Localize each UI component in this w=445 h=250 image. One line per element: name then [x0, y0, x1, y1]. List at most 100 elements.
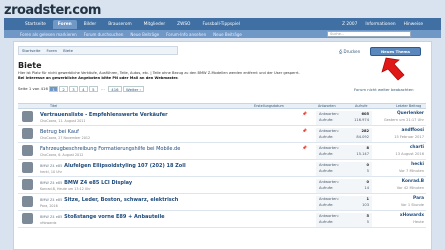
table-row: BMW Z4 e85 Sitze, Leder, Boston, schwarz…: [18, 194, 426, 211]
print-label: Drucken: [343, 49, 361, 54]
main-content: Startseite Foren Biete ⎙ Drucken Neues The…: [13, 41, 432, 250]
table-row: Fahrzeugbeschreibung Formatierungshilfe …: [18, 143, 426, 160]
nav-tab[interactable]: Startseite: [20, 20, 51, 29]
table-row: BMW Z4 e85 Stoßstange vorne E89 + Anbaut…: [18, 211, 426, 228]
thread-title-text[interactable]: Vertrauensliste - Empfehlenswerte Verkäu…: [40, 112, 168, 118]
breadcrumb-item[interactable]: Startseite: [22, 48, 40, 53]
avatar[interactable]: [22, 179, 33, 190]
thread-title[interactable]: BMW Z4 e85 Alufelgen Ellipsoidstyling 10…: [40, 163, 186, 169]
page-link[interactable]: 1: [49, 86, 58, 92]
last-post-date[interactable]: Vor 1 Stunde: [374, 202, 424, 208]
thread-stats: Antworten: 605 Aufrufe: 116.974: [316, 111, 372, 125]
last-post-date[interactable]: Gestern um 21:17 Uhr: [374, 117, 424, 123]
last-post-date[interactable]: Vor 7 Minuten: [374, 168, 424, 174]
table-row: Betrug bei Kauf ChoCoora, 27 November 201…: [18, 126, 426, 143]
last-post: hecki Vor 7 Minuten: [374, 162, 424, 174]
last-post: andffoosi 15 Februar 2017: [374, 128, 424, 140]
pin-icon: 📌: [302, 128, 307, 133]
avatar[interactable]: [22, 128, 33, 139]
avatar[interactable]: [22, 111, 33, 122]
main-nav: Startseite Foren Bilder Brauserom Mitglieder…: [4, 18, 441, 30]
subnav-link[interactable]: Neue Beiträge: [130, 32, 159, 37]
thread-prefix[interactable]: BMW Z4 e85: [40, 215, 62, 219]
site-logo[interactable]: zroadster.com: [4, 3, 101, 18]
thread-prefix[interactable]: BMW Z4 e85: [40, 181, 62, 185]
pagination: Seite 1 von 416 1 2 3 4 5… 416 Weiter ›: [18, 86, 145, 92]
table-row: BMW Z4 e85 BMW Z4 e85 LCI Display Konrad.…: [18, 177, 426, 194]
nav-tab[interactable]: Fussball-Tippspiel: [197, 20, 244, 29]
thread-meta: ChoCoora, 6. August 2012: [40, 153, 84, 157]
page-label: Seite 1 von 416: [18, 86, 48, 92]
thread-stats: Antworten: 5 Aufrufe: 5: [316, 213, 372, 227]
thread-title-text[interactable]: BMW Z4 e85 LCI Display: [64, 180, 132, 186]
nav-right-item[interactable]: Hinweise: [402, 22, 425, 27]
nav-tab[interactable]: ZWSO: [172, 20, 195, 29]
nav-tab[interactable]: Brauserom: [103, 20, 136, 29]
last-post-date[interactable]: 13 August 2016: [374, 151, 424, 157]
views-stat: Aufrufe: 5: [316, 219, 372, 225]
views-stat: Aufrufe: 84.092: [316, 134, 372, 140]
thread-title[interactable]: Fahrzeugbeschreibung Formatierungshilfe …: [40, 146, 180, 152]
views-label: Aufrufe:: [319, 186, 334, 190]
avatar[interactable]: [22, 196, 33, 207]
thread-title-text[interactable]: Betrug bei Kauf: [40, 129, 79, 135]
avatar[interactable]: [22, 213, 33, 224]
thread-stats: Antworten: 0 Aufrufe: 14: [316, 179, 372, 193]
views-count: 15.147: [356, 152, 369, 156]
thread-title[interactable]: BMW Z4 e85 BMW Z4 e85 LCI Display: [40, 180, 132, 186]
thread-title[interactable]: BMW Z4 e85 Sitze, Leder, Boston, schwarz…: [40, 197, 178, 203]
breadcrumb: Startseite Foren Biete: [18, 46, 178, 55]
views-stat: Aufrufe: 14: [316, 185, 372, 191]
thread-meta: Para, 2016: [40, 204, 58, 208]
thread-meta: xHowardx: [40, 221, 57, 225]
thread-title-text[interactable]: Stoßstange vorne E89 + Anbauteile: [64, 214, 164, 220]
thread-prefix[interactable]: BMW Z4 e85: [40, 198, 62, 202]
thread-prefix[interactable]: BMW Z4 e85: [40, 164, 62, 168]
avatar[interactable]: [22, 162, 33, 173]
table-row: BMW Z4 e85 Alufelgen Ellipsoidstyling 10…: [18, 160, 426, 177]
pagination-ellipsis: …: [99, 86, 107, 92]
last-post-date[interactable]: Vor 42 Minuten: [374, 185, 424, 191]
nav-tab[interactable]: Foren: [52, 19, 77, 29]
page-link-last[interactable]: 416: [108, 86, 122, 92]
table-row: Vertrauensliste - Empfehlenswerte Verkäu…: [18, 109, 426, 126]
nav-right-item[interactable]: Z 2007: [340, 22, 359, 27]
nav-right-item[interactable]: Informationen: [363, 22, 397, 27]
subnav-link[interactable]: Neue Beiträge: [213, 32, 242, 37]
last-post-date[interactable]: Heute: [374, 219, 424, 225]
breadcrumb-item[interactable]: Foren: [46, 48, 57, 53]
last-post: xHowardx Heute: [374, 213, 424, 225]
thread-title-text[interactable]: Alufelgen Ellipsoidstyling 107 (202) 18 …: [64, 163, 186, 169]
subnav-link[interactable]: Forum durchsuchen: [84, 32, 124, 37]
page-link[interactable]: 3: [69, 86, 78, 92]
thread-list: Vertrauensliste - Empfehlenswerte Verkäu…: [18, 109, 426, 228]
page-link[interactable]: 2: [59, 86, 68, 92]
red-arrow-annotation: [381, 57, 405, 81]
views-label: Aufrufe:: [319, 118, 334, 122]
last-post: Para Vor 1 Stunde: [374, 196, 424, 208]
thread-title-text[interactable]: Fahrzeugbeschreibung Formatierungshilfe …: [40, 146, 180, 152]
nav-tab[interactable]: Mitglieder: [139, 20, 170, 29]
thread-stats: Antworten: 1 Aufrufe: 103: [316, 196, 372, 210]
page-link[interactable]: 5: [89, 86, 98, 92]
print-link[interactable]: ⎙ Drucken: [339, 49, 360, 54]
nav-tab[interactable]: Bilder: [79, 20, 101, 29]
page-link[interactable]: 4: [79, 86, 88, 92]
thread-title-text[interactable]: Sitze, Leder, Boston, schwarz, elektrisc…: [64, 197, 178, 203]
new-thread-button[interactable]: Neues Thema erstellen: [370, 47, 421, 62]
thread-title[interactable]: BMW Z4 e85 Stoßstange vorne E89 + Anbaut…: [40, 214, 165, 220]
thread-stats: Antworten: 8 Aufrufe: 15.147: [316, 145, 372, 159]
avatar[interactable]: [22, 145, 33, 156]
views-stat: Aufrufe: 103: [316, 202, 372, 208]
search-input[interactable]: Suche...: [327, 31, 411, 37]
subnav-link[interactable]: Foren als gelesen markieren: [20, 32, 77, 37]
subnav-link[interactable]: Forum-Info ansehen: [166, 32, 206, 37]
unwatch-forum-link[interactable]: Forum nicht weiter beobachten: [354, 87, 414, 92]
thread-title[interactable]: Betrug bei Kauf: [40, 129, 79, 135]
page-title: Biete: [18, 61, 42, 70]
breadcrumb-item[interactable]: Biete: [63, 48, 73, 53]
last-post-date[interactable]: 15 Februar 2017: [374, 134, 424, 140]
next-page-link[interactable]: Weiter ›: [123, 86, 145, 92]
thread-meta: hecki, 10 Uhr: [40, 170, 62, 174]
thread-title[interactable]: Vertrauensliste - Empfehlenswerte Verkäu…: [40, 112, 168, 118]
